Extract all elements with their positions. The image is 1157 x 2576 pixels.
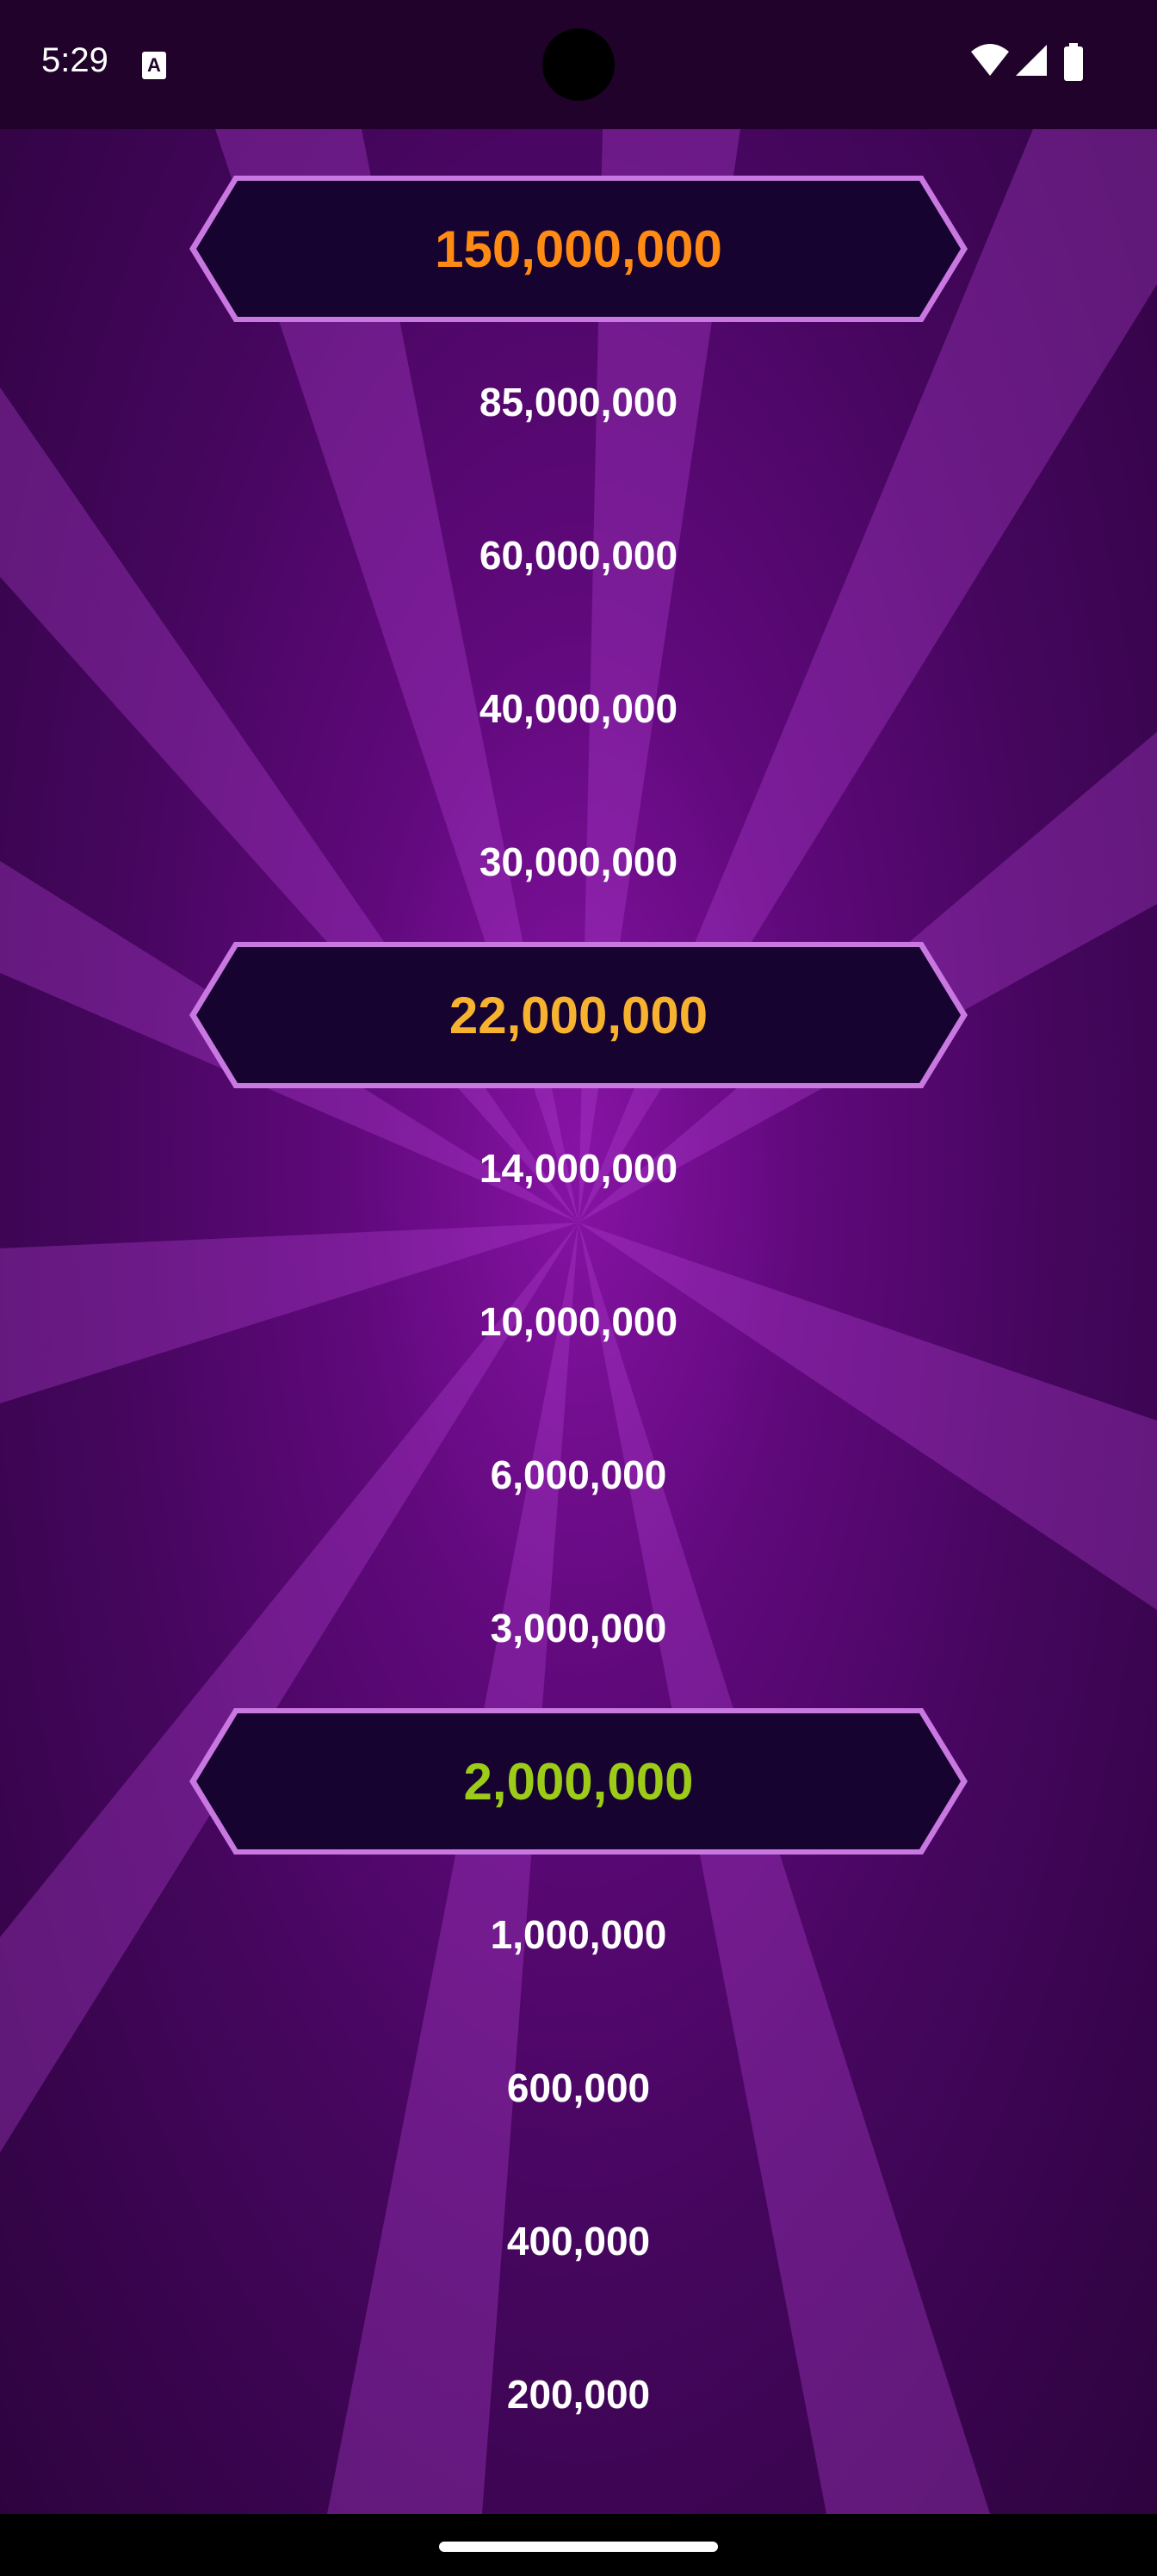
milestone-level: 2,000,000 (0, 1705, 1157, 1858)
camera-cutout (542, 28, 615, 101)
prize-level: 85,000,000 (0, 325, 1157, 479)
prize-amount: 1,000,000 (490, 1912, 667, 1957)
prize-amount: 600,000 (506, 2065, 651, 2110)
prize-level: 400,000 (0, 2164, 1157, 2318)
prize-amount: 14,000,000 (479, 1146, 678, 1191)
milestone-level: 22,000,000 (0, 938, 1157, 1092)
prize-level: 30,000,000 (0, 785, 1157, 938)
prize-amount: 150,000,000 (435, 220, 722, 278)
prize-level: 40,000,000 (0, 632, 1157, 785)
prize-level: 600,000 (0, 2011, 1157, 2164)
status-time: 5:29 (41, 41, 108, 79)
money-ladder-screen: 150,000,000 85,000,000 60,000,000 40,000,00… (0, 129, 1157, 2514)
wifi-icon (971, 44, 1009, 76)
prize-amount: 400,000 (506, 2219, 651, 2263)
home-indicator[interactable] (439, 2542, 718, 2552)
prize-amount: 2,000,000 (463, 1752, 694, 1811)
prize-level: 3,000,000 (0, 1551, 1157, 1705)
prize-level: 1,000,000 (0, 1858, 1157, 2011)
prize-level: 10,000,000 (0, 1245, 1157, 1398)
status-bar: 5:29 A (0, 0, 1157, 129)
cell-signal-icon (1016, 45, 1047, 76)
prize-level: 60,000,000 (0, 479, 1157, 632)
prize-level: 200,000 (0, 2318, 1157, 2471)
prize-amount: 30,000,000 (479, 839, 678, 884)
prize-amount: 60,000,000 (479, 533, 678, 578)
prize-amount: 10,000,000 (479, 1299, 678, 1344)
prize-amount: 3,000,000 (490, 1606, 667, 1650)
milestone-level: 150,000,000 (0, 172, 1157, 325)
keyboard-a-icon: A (142, 52, 166, 79)
prize-amount: 22,000,000 (449, 986, 708, 1044)
prize-amount: 40,000,000 (479, 686, 678, 731)
prize-level: 6,000,000 (0, 1398, 1157, 1551)
prize-amount: 200,000 (506, 2372, 651, 2417)
prize-amount: 85,000,000 (479, 380, 678, 424)
prize-amount: 6,000,000 (490, 1452, 667, 1497)
battery-icon (1064, 43, 1083, 81)
prize-level: 14,000,000 (0, 1092, 1157, 1245)
